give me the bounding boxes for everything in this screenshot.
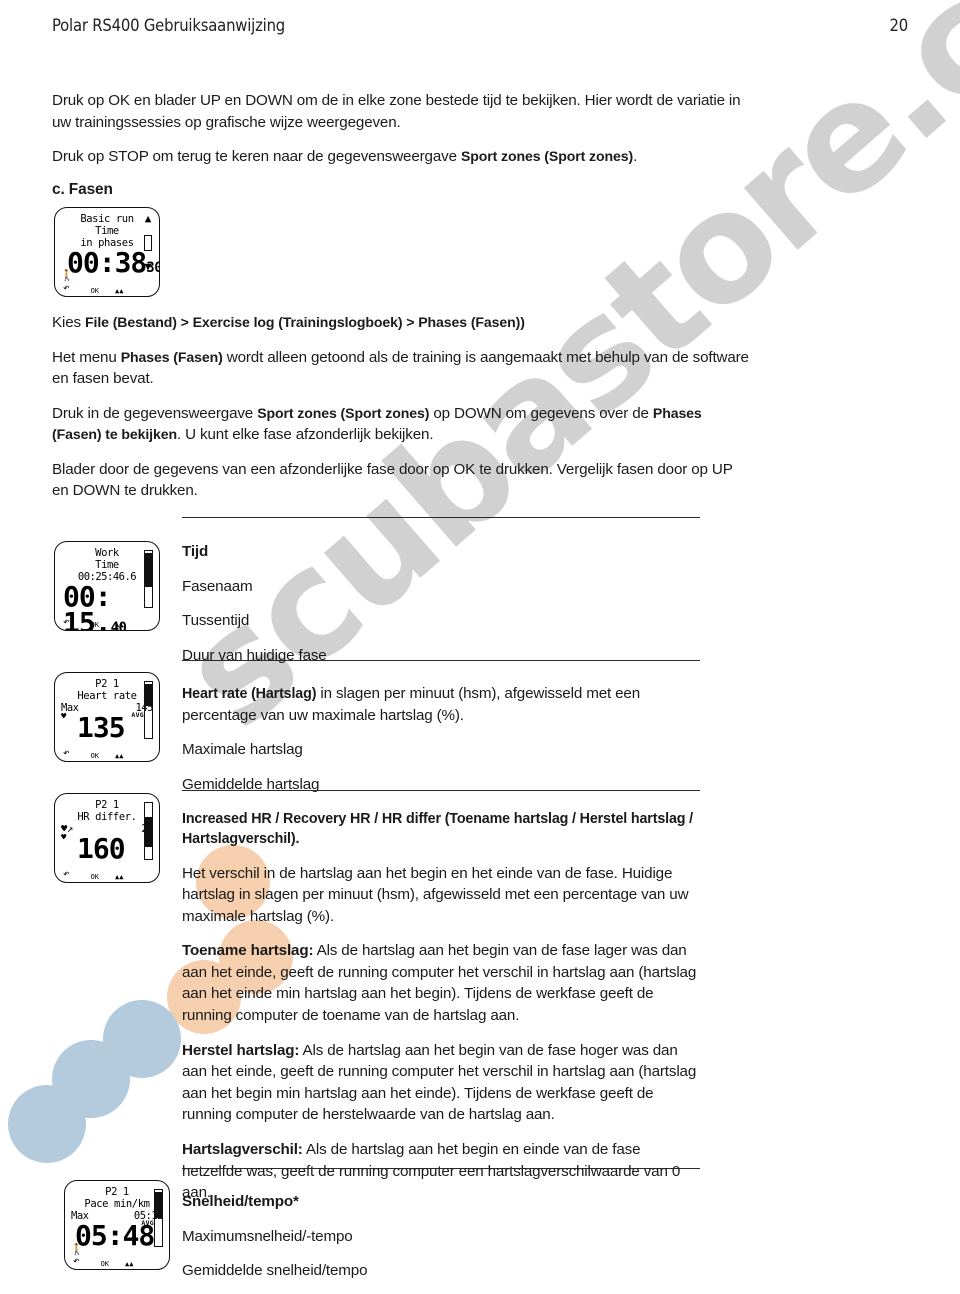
def-item-fasenaam: Fasenaam — [182, 577, 253, 595]
divider-pace — [182, 1168, 700, 1169]
intro-p2-post: . — [633, 148, 638, 166]
mountains-icon: ▲▲ — [115, 752, 124, 760]
heart-icon: ♥ — [61, 833, 67, 843]
ok-label: OK — [90, 287, 99, 295]
phases-paragraph-1: Het menu Phases (Fasen) wordt alleen get… — [52, 347, 752, 390]
arrow-up-icon: ▲ — [144, 212, 152, 225]
arrow-down-icon: ▼ — [144, 260, 152, 273]
divider-heart-rate — [182, 660, 700, 661]
lcd-footer-icons: OK ▲▲ — [55, 621, 159, 629]
mountains-icon: ▲▲ — [125, 1260, 134, 1268]
def-toename-lead: Toename hartslag: — [182, 942, 314, 960]
ok-label: OK — [90, 752, 99, 760]
phases-p2-bold1: Sport zones (Sport zones) — [257, 404, 430, 421]
ok-label: OK — [90, 873, 99, 881]
def-item-tussentijd: Tussentijd — [182, 612, 250, 630]
lcd-footer-icons: OK ▲▲ — [55, 873, 159, 881]
mountains-icon: ▲▲ — [115, 873, 124, 881]
avg-label: AVG — [141, 1219, 154, 1227]
def-row-hr-differ: Increased HR / Recovery HR / HR differ (… — [182, 798, 700, 1216]
lcd-footer-icons: OK ▲▲ — [55, 752, 159, 760]
def-row-time: Tijd Fasenaam Tussentijd Duur van huidig… — [182, 530, 700, 678]
scrollbar[interactable] — [154, 1189, 163, 1247]
phases-paragraph-3: Blader door de gegevens van een afzonder… — [52, 460, 733, 500]
phases-p2-mid: op DOWN om gegevens over de — [429, 404, 653, 422]
def-title-tijd: Tijd — [182, 543, 209, 560]
mountains-icon: ▲▲ — [115, 621, 124, 629]
intro-p2-bold: Sport zones (Sport zones) — [460, 148, 634, 165]
phases-kies: Kies File (Bestand) > Exercise log (Trai… — [52, 312, 752, 334]
document-page: Polar RS400 Gebruiksaanwijzing 20 Druk o… — [0, 0, 960, 1279]
definition-hr-differ: Increased HR / Recovery HR / HR differ (… — [182, 798, 700, 1216]
scrollbar[interactable] — [144, 550, 153, 608]
phases-block: Kies File (Bestand) > Exercise log (Trai… — [52, 312, 752, 515]
definition-pace: Snelheid/tempo* Maximumsnelheid/-tempo G… — [182, 1180, 700, 1294]
def-item-gem-hartslag: Gemiddelde hartslag — [182, 775, 320, 793]
definition-heart-rate: Heart rate (Hartslag) in slagen per minu… — [182, 672, 700, 807]
definition-time: Tijd Fasenaam Tussentijd Duur van huidig… — [182, 530, 700, 678]
def-item-duur: Duur van huidige fase — [182, 646, 327, 664]
intro-paragraph-2: Druk op STOP om terug te keren naar de g… — [52, 146, 752, 168]
def-heart-rate-lead: Heart rate (Hartslag) — [182, 686, 317, 702]
intro-p2-pre: Druk op STOP om terug te keren naar de g… — [52, 148, 461, 166]
lcd-basic-run: Basic run Time in phases 00:3830 ▲ ▼ 🚶 ↶… — [54, 207, 160, 297]
section-heading-fasen: c. Fasen — [52, 180, 113, 198]
scroll-thumb — [144, 235, 152, 251]
divider-hr-differ — [182, 790, 700, 791]
ok-label: OK — [100, 1260, 109, 1268]
lcd-work-time: Work Time 00:25:46.6 00: 15.40 ↶ OK ▲▲ — [54, 541, 160, 631]
phases-p1-pre: Het menu — [52, 348, 121, 366]
def-herstel-lead: Herstel hartslag: — [182, 1041, 300, 1059]
lcd-heart-rate: P2 1 Heart rate Max 145 135 AVG ♥ ↶ OK ▲… — [54, 672, 160, 762]
intro-paragraph-1: Druk op OK en blader UP en DOWN om de in… — [52, 92, 741, 131]
phases-kies-pre: Kies — [52, 314, 86, 331]
page-number: 20 — [889, 16, 909, 35]
phases-p2-pre: Druk in de gegevensweergave — [52, 404, 258, 422]
runner-icon: 🚶 — [60, 269, 74, 282]
def-hr-differ-lead: Increased HR / Recovery HR / HR differ (… — [182, 811, 693, 848]
lcd-hr-differ: P2 1 HR differ. ♥↗ 25 160 ♥ ↶ OK ▲▲ — [54, 793, 160, 883]
header-title: Polar RS400 Gebruiksaanwijzing — [52, 16, 286, 35]
def-verschil-lead: Hartslagverschil: — [182, 1140, 303, 1158]
up-down-arrows-icon: ▲ ▼ — [142, 212, 154, 273]
lcd-footer-icons: OK ▲▲ — [55, 287, 159, 295]
def-item-max-snelheid: Maximumsnelheid/-tempo — [182, 1227, 353, 1245]
mountains-icon: ▲▲ — [115, 287, 124, 295]
def-title-snelheid: Snelheid/tempo* — [182, 1193, 299, 1210]
heart-icon: ♥ — [61, 712, 67, 722]
phases-p2-post: . U kunt elke fase afzonderlijk bekijken… — [177, 426, 434, 444]
phases-kies-path: File (Bestand) > Exercise log (Trainings… — [85, 314, 525, 330]
def-hr-differ-p3: Herstel hartslag: Als de hartslag aan he… — [182, 1040, 700, 1126]
lcd-big-text: 00:38 — [67, 246, 147, 279]
def-row-heart-rate: Heart rate (Hartslag) in slagen per minu… — [182, 672, 700, 807]
page-header: Polar RS400 Gebruiksaanwijzing 20 — [52, 16, 908, 35]
divider-top — [182, 517, 700, 518]
def-heart-rate-desc: Heart rate (Hartslag) in slagen per minu… — [182, 683, 700, 726]
def-hr-differ-p1: Het verschil in de hartslag aan het begi… — [182, 864, 689, 925]
scrollbar[interactable] — [144, 681, 153, 739]
ok-label: OK — [90, 621, 99, 629]
lcd-pace: P2 1 Pace min/km Max 05:12 05:48 AVG 🚶 ↶… — [64, 1180, 170, 1270]
def-hr-differ-p2: Toename hartslag: Als de hartslag aan he… — [182, 940, 700, 1026]
def-item-max-hartslag: Maximale hartslag — [182, 741, 303, 759]
lcd-footer-icons: OK ▲▲ — [65, 1260, 169, 1268]
def-row-pace: Snelheid/tempo* Maximumsnelheid/-tempo G… — [182, 1180, 700, 1294]
avg-label: AVG — [131, 711, 144, 719]
phases-p1-bold: Phases (Fasen) — [120, 348, 223, 365]
scrollbar[interactable] — [144, 802, 153, 860]
intro-block: Druk op OK en blader UP en DOWN om de in… — [52, 90, 752, 209]
phases-paragraph-2: Druk in de gegevensweergave Sport zones … — [52, 403, 752, 446]
